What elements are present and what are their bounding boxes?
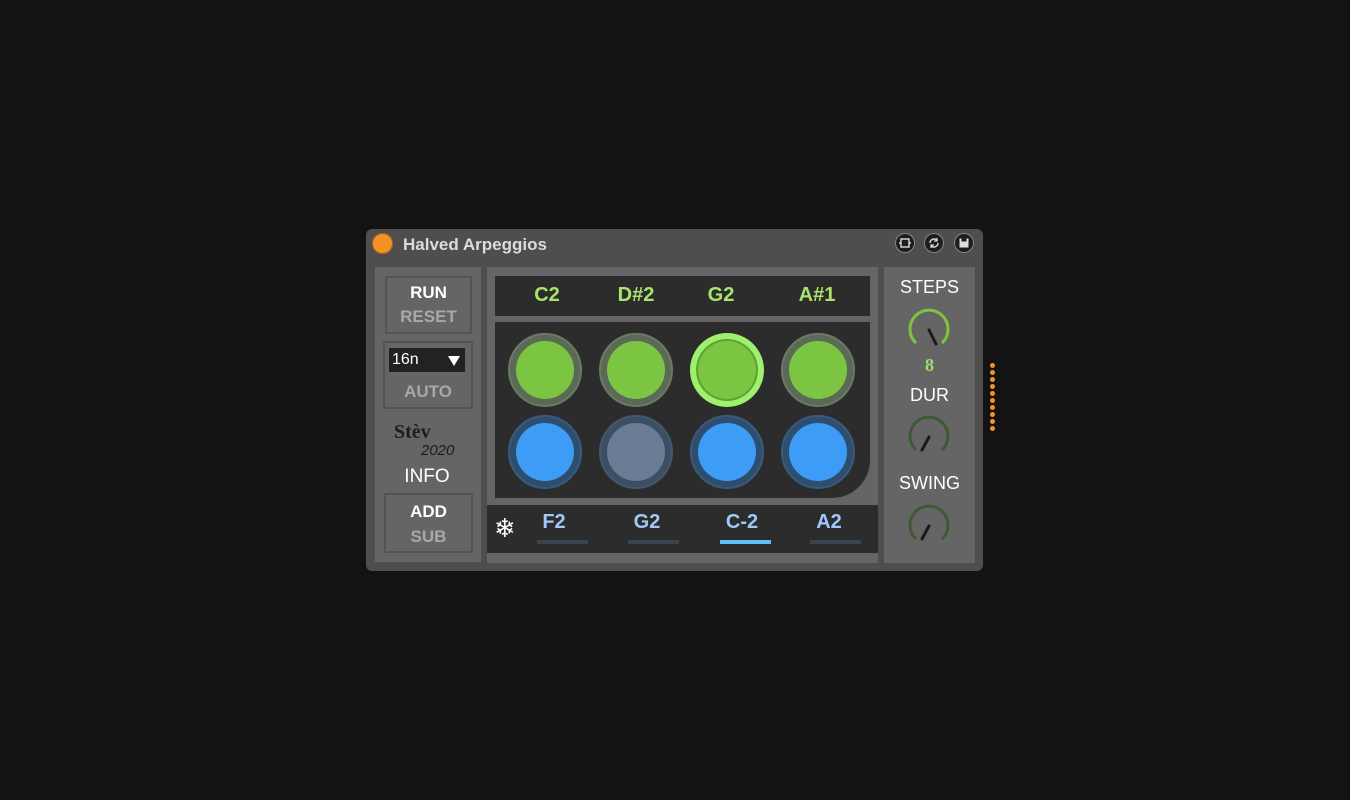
add-sub-box[interactable]: ADD SUB — [384, 493, 473, 553]
pad-top-2[interactable] — [599, 333, 673, 407]
reset-button[interactable]: RESET — [387, 307, 470, 327]
swing-label: SWING — [899, 473, 960, 493]
bottom-notes-row: ❄ F2 G2 C-2 A2 — [487, 505, 878, 553]
pad-bottom-4[interactable] — [781, 415, 855, 489]
rate-select[interactable]: 16n — [389, 348, 465, 372]
note-indicator-bar — [810, 540, 861, 544]
info-button[interactable]: INFO — [375, 466, 479, 488]
pad-bottom-3[interactable] — [690, 415, 764, 489]
pad-bottom-2[interactable] — [599, 415, 673, 489]
pad-top-3[interactable] — [690, 333, 764, 407]
author-name: Stèv — [394, 421, 431, 443]
pad-top-4[interactable] — [781, 333, 855, 407]
run-reset-box[interactable]: RUN RESET — [385, 276, 472, 334]
dur-label: DUR — [910, 385, 949, 405]
rate-value: 16n — [392, 351, 419, 368]
auto-button[interactable]: AUTO — [385, 382, 471, 402]
resize-handle[interactable] — [990, 363, 996, 433]
run-button[interactable]: RUN — [387, 283, 470, 303]
pad-area: C2 D#2 G2 A#1 ❄ F2 G2 C-2 A2 — [487, 267, 878, 563]
top-note: C2 — [534, 284, 560, 306]
top-note: G2 — [707, 284, 735, 306]
bottom-note: F2 — [542, 511, 566, 533]
refresh-icon[interactable] — [924, 233, 944, 253]
author-year: 2020 — [421, 442, 455, 459]
note-indicator-bar-active — [720, 540, 771, 544]
bottom-note: A2 — [816, 511, 842, 533]
swing-knob[interactable] — [904, 501, 954, 551]
dropdown-arrow-icon — [448, 356, 460, 366]
title-bar: Halved Arpeggios — [366, 229, 983, 259]
freeze-snowflake-icon[interactable]: ❄ — [494, 513, 516, 544]
add-button[interactable]: ADD — [386, 502, 471, 522]
bottom-note: C-2 — [725, 511, 759, 533]
sub-button[interactable]: SUB — [386, 527, 471, 547]
device-title: Halved Arpeggios — [403, 235, 547, 254]
top-note: D#2 — [617, 284, 655, 306]
steps-knob[interactable] — [904, 305, 954, 355]
steps-value: 8 — [925, 355, 934, 375]
dur-knob[interactable] — [904, 412, 954, 462]
pad-grid — [495, 322, 870, 498]
steps-label: STEPS — [899, 277, 960, 297]
top-note: A#1 — [798, 284, 836, 306]
save-icon[interactable] — [954, 233, 974, 253]
transport-panel: RUN RESET 16n AUTO Stèv 2020 INFO ADD SU… — [375, 267, 481, 562]
note-indicator-bar — [537, 540, 588, 544]
pad-bottom-1[interactable] — [508, 415, 582, 489]
pad-top-1[interactable] — [508, 333, 582, 407]
knob-panel: STEPS 8 DUR SWING — [884, 267, 975, 563]
rate-box: 16n AUTO — [383, 341, 473, 409]
top-notes-row: C2 D#2 G2 A#1 — [495, 276, 870, 316]
device-panel: Halved Arpeggios RUN RESET 16n AUTO Stèv… — [366, 229, 983, 571]
power-button[interactable] — [372, 233, 393, 254]
bottom-note: G2 — [633, 511, 661, 533]
pin-icon[interactable] — [895, 233, 915, 253]
note-indicator-bar — [628, 540, 679, 544]
